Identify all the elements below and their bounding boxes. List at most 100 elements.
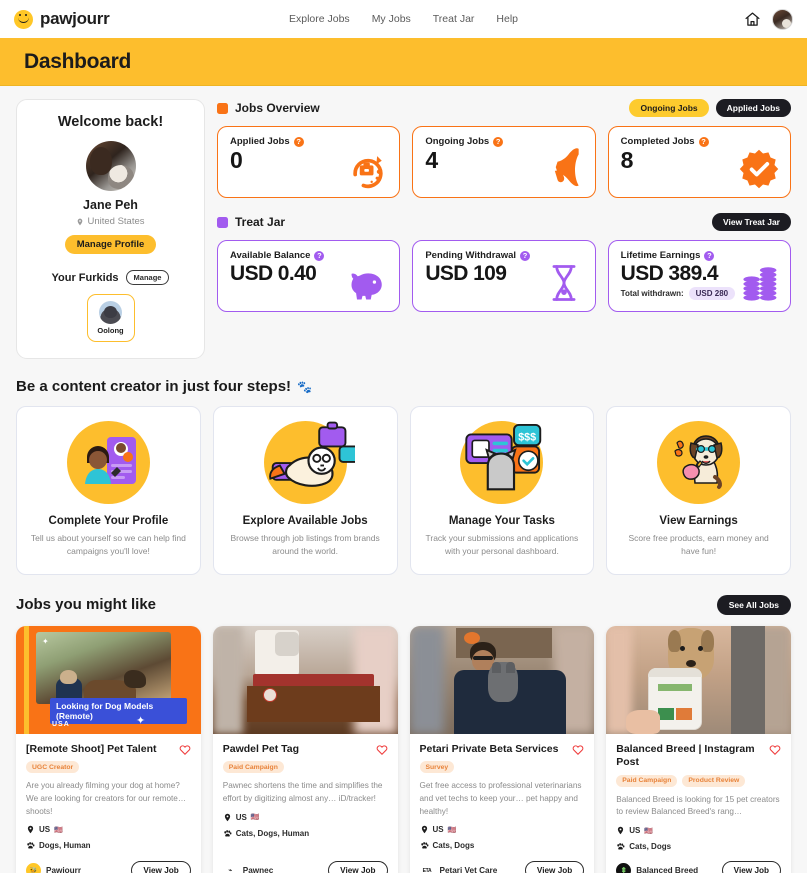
view-treat-jar-button[interactable]: View Treat Jar — [711, 213, 791, 231]
paw-prints-icon: 🐾 — [297, 379, 312, 394]
manage-furkids-button[interactable]: Manage — [125, 270, 170, 285]
treat-jar-actions: View Treat Jar — [711, 213, 791, 231]
filter-ongoing-jobs[interactable]: Ongoing Jobs — [629, 99, 709, 117]
stat-card-completed-jobs[interactable]: Completed Jobs ? 8 — [607, 126, 791, 198]
furkid-avatar-icon — [99, 301, 122, 324]
profile-illustration-art — [84, 437, 136, 484]
user-avatar[interactable] — [772, 8, 793, 30]
job-tag: Paid Campaign — [222, 761, 284, 774]
view-job-button[interactable]: View Job — [721, 861, 781, 873]
job-body: Pawdel Pet Tag Paid Campaign Pawnec shor… — [213, 734, 398, 873]
step-name: View Earnings — [659, 515, 738, 527]
paw-icon — [224, 829, 232, 837]
stat-card-pending-withdrawal[interactable]: Pending Withdrawal ? USD 109 — [412, 240, 596, 312]
nav-item-explore-jobs[interactable]: Explore Jobs — [289, 13, 350, 25]
welcome-heading: Welcome back! — [57, 114, 164, 130]
favorite-heart-icon[interactable] — [376, 744, 388, 756]
nav-item-my-jobs[interactable]: My Jobs — [372, 13, 411, 25]
job-pets-label: Cats, Dogs, Human — [235, 828, 310, 838]
pawjourr-logo-icon — [14, 9, 33, 29]
job-body: Petari Private Beta Services Survey Get … — [410, 734, 595, 873]
help-icon[interactable]: ? — [520, 250, 531, 261]
view-job-button[interactable]: View Job — [524, 861, 585, 873]
job-title: [Remote Shoot] Pet Talent — [26, 742, 157, 755]
job-thumbnail — [212, 625, 398, 734]
page-header: Dashboard — [0, 38, 807, 86]
stat-card-available-balance[interactable]: Available Balance ? USD 0.40 — [217, 240, 401, 312]
job-title: Petari Private Beta Services — [419, 742, 559, 755]
nav-item-help[interactable]: Help — [496, 13, 518, 25]
job-location: US 🇺🇸 — [616, 826, 781, 835]
furkids-header: Your Furkids Manage — [29, 270, 192, 285]
total-withdrawn-value: USD 280 — [688, 287, 736, 301]
step-desc: Browse through job listings from brands … — [230, 533, 380, 556]
job-card[interactable]: Balanced Breed | Instagram Post Paid Cam… — [606, 625, 791, 873]
stat-value: USD 0.40 — [230, 262, 317, 285]
jobs-overview-header: Jobs Overview Ongoing Jobs Applied Jobs — [217, 99, 791, 117]
favorite-heart-icon[interactable] — [572, 744, 584, 756]
step-card-explore-jobs[interactable]: Explore Available Jobs Browse through jo… — [212, 406, 398, 575]
total-withdrawn-label: Total withdrawn: — [620, 289, 684, 299]
job-tag: Paid Campaign — [616, 774, 678, 787]
step-card-view-earnings[interactable]: View Earnings Score free products, earn … — [606, 406, 791, 575]
help-icon[interactable]: ? — [493, 136, 504, 147]
stat-card-lifetime-earnings[interactable]: Lifetime Earnings ? USD 389.4 Total with… — [607, 240, 791, 312]
furkid-item[interactable]: Oolong — [86, 294, 135, 342]
job-title: Balanced Breed | Instagram Post — [616, 742, 755, 769]
job-brand-logo: ETA — [419, 863, 435, 873]
help-icon[interactable]: ? — [704, 250, 715, 261]
job-tags: Paid Campaign — [222, 761, 388, 774]
location-pin-icon — [78, 218, 83, 225]
profile-card: Welcome back! Jane Peh United States Man… — [16, 99, 205, 359]
favorite-heart-icon[interactable] — [769, 744, 781, 756]
view-job-button[interactable]: View Job — [328, 861, 388, 873]
step-card-complete-profile[interactable]: Complete Your Profile Tell us about your… — [16, 406, 201, 575]
job-card[interactable]: Pawdel Pet Tag Paid Campaign Pawnec shor… — [212, 625, 398, 873]
view-job-button[interactable]: View Job — [131, 861, 191, 873]
stat-card-ongoing-jobs[interactable]: Ongoing Jobs ? 4 — [412, 126, 596, 198]
see-all-jobs-button[interactable]: See All Jobs — [716, 594, 791, 615]
step-desc: Tell us about yourself so we can help fi… — [30, 533, 186, 556]
jobs-grid: Looking for Dog Models (Remote) USA ✦ ✦ … — [16, 625, 791, 873]
help-icon[interactable]: ? — [698, 136, 709, 147]
country-flag-icon: 🇺🇸 — [54, 826, 63, 834]
job-description: Are you already filming your dog at home… — [26, 781, 187, 816]
job-title-row: Petari Private Beta Services — [420, 743, 585, 757]
home-icon[interactable] — [744, 11, 761, 28]
top-navigation-bar: pawjourr Explore Jobs My Jobs Treat Jar … — [0, 0, 807, 38]
jobs-section: Jobs you might like See All Jobs Looking… — [16, 594, 791, 873]
step-desc: Score free products, earn money and have… — [628, 533, 769, 556]
country-flag-icon: 🇺🇸 — [250, 814, 260, 822]
brand-logo-link[interactable]: pawjourr — [14, 9, 110, 29]
help-icon[interactable]: ? — [314, 250, 325, 261]
steps-section: Be a content creator in just four steps!… — [16, 378, 791, 575]
jobs-overview-cards: Applied Jobs ? 0 Ongoing Jobs ? 4 Comple… — [217, 126, 791, 198]
furkids-title: Your Furkids — [51, 271, 119, 284]
job-tag: Survey — [419, 761, 455, 774]
job-footer: ETA Petari Vet Care View Job — [419, 851, 585, 873]
treat-jar-block: Treat Jar View Treat Jar Available Balan… — [217, 213, 791, 312]
filter-applied-jobs[interactable]: Applied Jobs — [715, 99, 791, 117]
nav-item-treat-jar[interactable]: Treat Jar — [433, 13, 475, 25]
top-section: Welcome back! Jane Peh United States Man… — [16, 99, 791, 359]
step-desc: Track your submissions and applications … — [425, 533, 579, 556]
location-pin-icon — [224, 813, 230, 821]
manage-profile-button[interactable]: Manage Profile — [64, 235, 157, 254]
stat-card-applied-jobs[interactable]: Applied Jobs ? 0 — [217, 126, 401, 198]
job-pets-label: Cats, Dogs — [629, 842, 672, 852]
location-pin-icon — [618, 826, 624, 835]
flying-dog-illustration — [263, 421, 355, 504]
favorite-heart-icon[interactable] — [179, 744, 191, 756]
step-card-manage-tasks[interactable]: $$$ Manage Your Tasks Track your submiss… — [409, 406, 595, 575]
jobs-header: Jobs you might like See All Jobs — [16, 594, 791, 615]
job-card[interactable]: Petari Private Beta Services Survey Get … — [409, 625, 595, 873]
stat-label: Ongoing Jobs ? — [425, 136, 582, 147]
job-card[interactable]: Looking for Dog Models (Remote) USA ✦ ✦ … — [16, 625, 201, 873]
job-location-label: US — [432, 825, 444, 835]
job-footer: 🐝 Pawjourr View Job — [26, 851, 191, 873]
main-nav-links: Explore Jobs My Jobs Treat Jar Help — [289, 13, 518, 25]
job-body: [Remote Shoot] Pet Talent UGC Creator Ar… — [16, 734, 201, 873]
job-brand-name: Balanced Breed — [636, 866, 699, 873]
help-icon[interactable]: ? — [293, 136, 304, 147]
job-location-label: US — [39, 825, 51, 835]
